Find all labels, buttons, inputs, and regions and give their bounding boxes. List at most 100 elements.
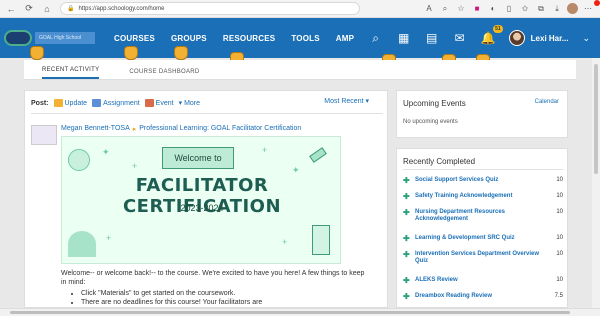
sparkle-icon: ✦ xyxy=(102,147,110,157)
tab-recent-activity[interactable]: RECENT ACTIVITY xyxy=(42,67,100,79)
divider xyxy=(403,169,563,170)
certification-years: 2023-2024 xyxy=(180,203,224,213)
sort-dropdown[interactable]: Most Recent ▾ xyxy=(324,97,369,105)
url-text: https://app.schoology.com/home xyxy=(78,5,165,12)
post-toolbar: Post: Update Assignment Event ▾ More xyxy=(31,99,200,107)
completed-item-name[interactable]: Safety Training Acknowledgement xyxy=(415,193,549,200)
collections-icon[interactable]: ⧉ xyxy=(535,3,547,15)
pointer-hand-icon xyxy=(124,46,138,60)
tab-bar: RECENT ACTIVITY COURSE DASHBOARD xyxy=(24,60,576,80)
notification-badge: 51 xyxy=(493,25,503,33)
quiz-icon: ✚ xyxy=(403,208,410,217)
author-avatar[interactable] xyxy=(31,125,57,145)
chevron-down-icon: ▾ xyxy=(365,98,369,105)
horizontal-scroll-thumb[interactable] xyxy=(10,311,570,314)
notifications-icon[interactable]: 🔔 51 xyxy=(481,25,503,45)
search-icon[interactable]: ⌕ xyxy=(369,31,383,46)
address-bar[interactable]: 🔒 https://app.schoology.com/home xyxy=(60,2,360,15)
record-indicator-icon xyxy=(594,0,600,6)
post-more-label: More xyxy=(184,99,201,107)
extension-icon[interactable]: ■ xyxy=(471,3,483,15)
chevron-down-icon: ▾ xyxy=(178,100,183,107)
completed-item-name[interactable]: Social Support Services Quiz xyxy=(415,177,549,184)
sparkle-icon: + xyxy=(262,145,268,155)
completed-item-score: 10 xyxy=(556,193,563,199)
usb-icon xyxy=(309,147,327,163)
post-update-button[interactable]: Update xyxy=(53,99,87,107)
sparkle-icon: + xyxy=(106,233,112,243)
logo-mark-icon xyxy=(4,30,32,46)
completed-item-name[interactable]: Dreambox Reading Review xyxy=(415,293,549,300)
completed-item-score: 10 xyxy=(556,277,563,283)
completed-item-name[interactable]: Learning & Development SRC Quiz xyxy=(415,235,549,242)
upcoming-events-card: Upcoming Events Calendar No upcoming eve… xyxy=(396,90,568,138)
tab-course-dashboard[interactable]: COURSE DASHBOARD xyxy=(129,69,199,79)
app-header: GOAL High School COURSES GROUPS RESOURCE… xyxy=(0,18,600,58)
apps-grid-icon[interactable]: ▦ xyxy=(397,31,411,45)
split-screen-icon[interactable]: ▯ xyxy=(503,3,515,15)
activity-feed: Post: Update Assignment Event ▾ More Mos… xyxy=(24,90,388,308)
browser-profile-avatar[interactable] xyxy=(567,3,578,14)
read-aloud-icon[interactable]: A xyxy=(423,3,435,15)
nav-courses[interactable]: COURSES xyxy=(114,34,155,43)
course-link[interactable]: Professional Learning: GOAL Facilitator … xyxy=(139,125,301,133)
completed-item-score: 10 xyxy=(556,251,563,257)
nav-resources[interactable]: RESOURCES xyxy=(223,34,275,43)
refresh-icon[interactable]: ⟳ xyxy=(22,2,36,16)
home-icon[interactable]: ⌂ xyxy=(40,2,54,16)
upcoming-events-title: Upcoming Events xyxy=(403,99,466,108)
completed-item-name[interactable]: Intervention Services Department Overvie… xyxy=(415,251,549,265)
vertical-scrollbar[interactable] xyxy=(592,58,600,308)
post-more-button[interactable]: ▾ More xyxy=(178,99,201,108)
completed-item[interactable]: ✚ Safety Training Acknowledgement 10 xyxy=(403,193,563,201)
sort-label: Most Recent xyxy=(324,98,364,105)
post-assignment-button[interactable]: Assignment xyxy=(92,99,140,107)
completed-item[interactable]: ✚ Dreambox Reading Review 7.5 xyxy=(403,293,563,301)
user-name[interactable]: Lexi Har... xyxy=(531,34,569,43)
completed-item-score: 10 xyxy=(556,177,563,183)
favorites-bar-icon[interactable]: ✩ xyxy=(519,3,531,15)
post-assignment-label: Assignment xyxy=(103,99,140,107)
quiz-icon: ✚ xyxy=(403,176,410,185)
arrow-icon: ▸ xyxy=(132,126,137,133)
calendar-icon[interactable]: ▤ xyxy=(425,31,439,45)
extension-2-icon[interactable]: ◐ xyxy=(487,3,499,15)
completed-item[interactable]: ✚ Nursing Department Resources Acknowled… xyxy=(403,209,563,223)
upcoming-empty-text: No upcoming events xyxy=(403,119,458,125)
calendar-link[interactable]: Calendar xyxy=(535,99,559,105)
completed-item-score: 7.5 xyxy=(554,293,563,299)
nav-amp[interactable]: AMP xyxy=(336,34,354,43)
completed-item[interactable]: ✚ Learning & Development SRC Quiz 10 xyxy=(403,235,563,243)
leaf-icon xyxy=(68,149,90,171)
nav-groups[interactable]: GROUPS xyxy=(171,34,207,43)
messages-icon[interactable]: ✉ xyxy=(453,31,467,45)
assignment-icon xyxy=(92,99,102,107)
completed-item-score: 10 xyxy=(556,235,563,241)
pointer-hand-icon xyxy=(174,46,188,60)
completed-item[interactable]: ✚ Social Support Services Quiz 10 xyxy=(403,177,563,185)
recently-completed-title: Recently Completed xyxy=(403,157,476,166)
user-avatar[interactable] xyxy=(508,30,525,46)
post-header: Megan Bennett-TOSA ▸ Professional Learni… xyxy=(61,125,301,133)
zoom-icon[interactable]: ⌕ xyxy=(439,3,451,15)
chevron-down-icon[interactable]: ⌄ xyxy=(582,33,590,44)
author-link[interactable]: Megan Bennett-TOSA xyxy=(61,125,130,133)
quiz-icon: ✚ xyxy=(403,192,410,201)
back-icon[interactable]: ← xyxy=(4,2,18,16)
more-menu-icon[interactable]: ⋯ xyxy=(582,3,594,15)
divider xyxy=(31,113,383,114)
nav-tools[interactable]: TOOLS xyxy=(291,34,319,43)
vertical-scroll-thumb[interactable] xyxy=(594,64,598,174)
post-body: Welcome-- or welcome back!-- to the cour… xyxy=(61,270,365,286)
completed-item[interactable]: ✚ Intervention Services Department Overv… xyxy=(403,251,563,265)
favorite-icon[interactable]: ☆ xyxy=(455,3,467,15)
completed-item-name[interactable]: Nursing Department Resources Acknowledge… xyxy=(415,209,549,223)
downloads-icon[interactable]: ⤓ xyxy=(551,3,563,15)
completed-item-name[interactable]: ALEKS Review xyxy=(415,277,549,284)
school-logo[interactable]: GOAL High School xyxy=(4,27,98,49)
post-event-button[interactable]: Event xyxy=(144,99,174,107)
horizontal-scrollbar[interactable] xyxy=(0,308,600,316)
post-image[interactable]: ✦ + + ✦ + + Welcome to FACILITATOR CERTI… xyxy=(61,136,341,264)
sparkle-icon: + xyxy=(132,161,138,171)
completed-item[interactable]: ✚ ALEKS Review 10 xyxy=(403,277,563,285)
